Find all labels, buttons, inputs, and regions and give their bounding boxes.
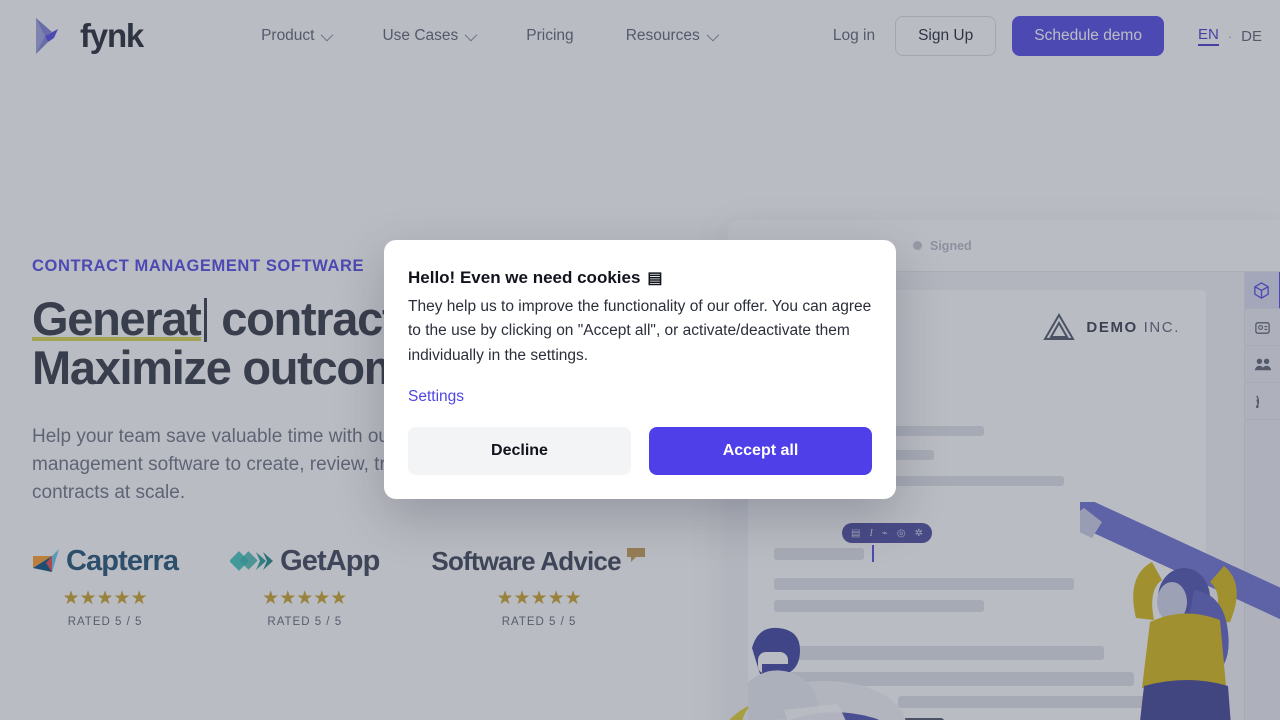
cookie-accept-all-button[interactable]: Accept all bbox=[649, 426, 872, 475]
cookie-icon: ▤ bbox=[647, 270, 662, 287]
cookie-settings-link[interactable]: Settings bbox=[408, 388, 464, 406]
cookie-title: Hello! Even we need cookies ▤ bbox=[408, 268, 872, 288]
cookie-body-text: They help us to improve the functionalit… bbox=[408, 298, 872, 364]
page-root: fynk Product Use Cases Pricing Resources… bbox=[0, 0, 1280, 720]
cookie-decline-button[interactable]: Decline bbox=[408, 426, 631, 475]
cookie-actions: Decline Accept all bbox=[408, 426, 872, 475]
cookie-title-text: Hello! Even we need cookies bbox=[408, 268, 641, 287]
cookie-consent-dialog: Hello! Even we need cookies ▤ They help … bbox=[384, 240, 896, 499]
